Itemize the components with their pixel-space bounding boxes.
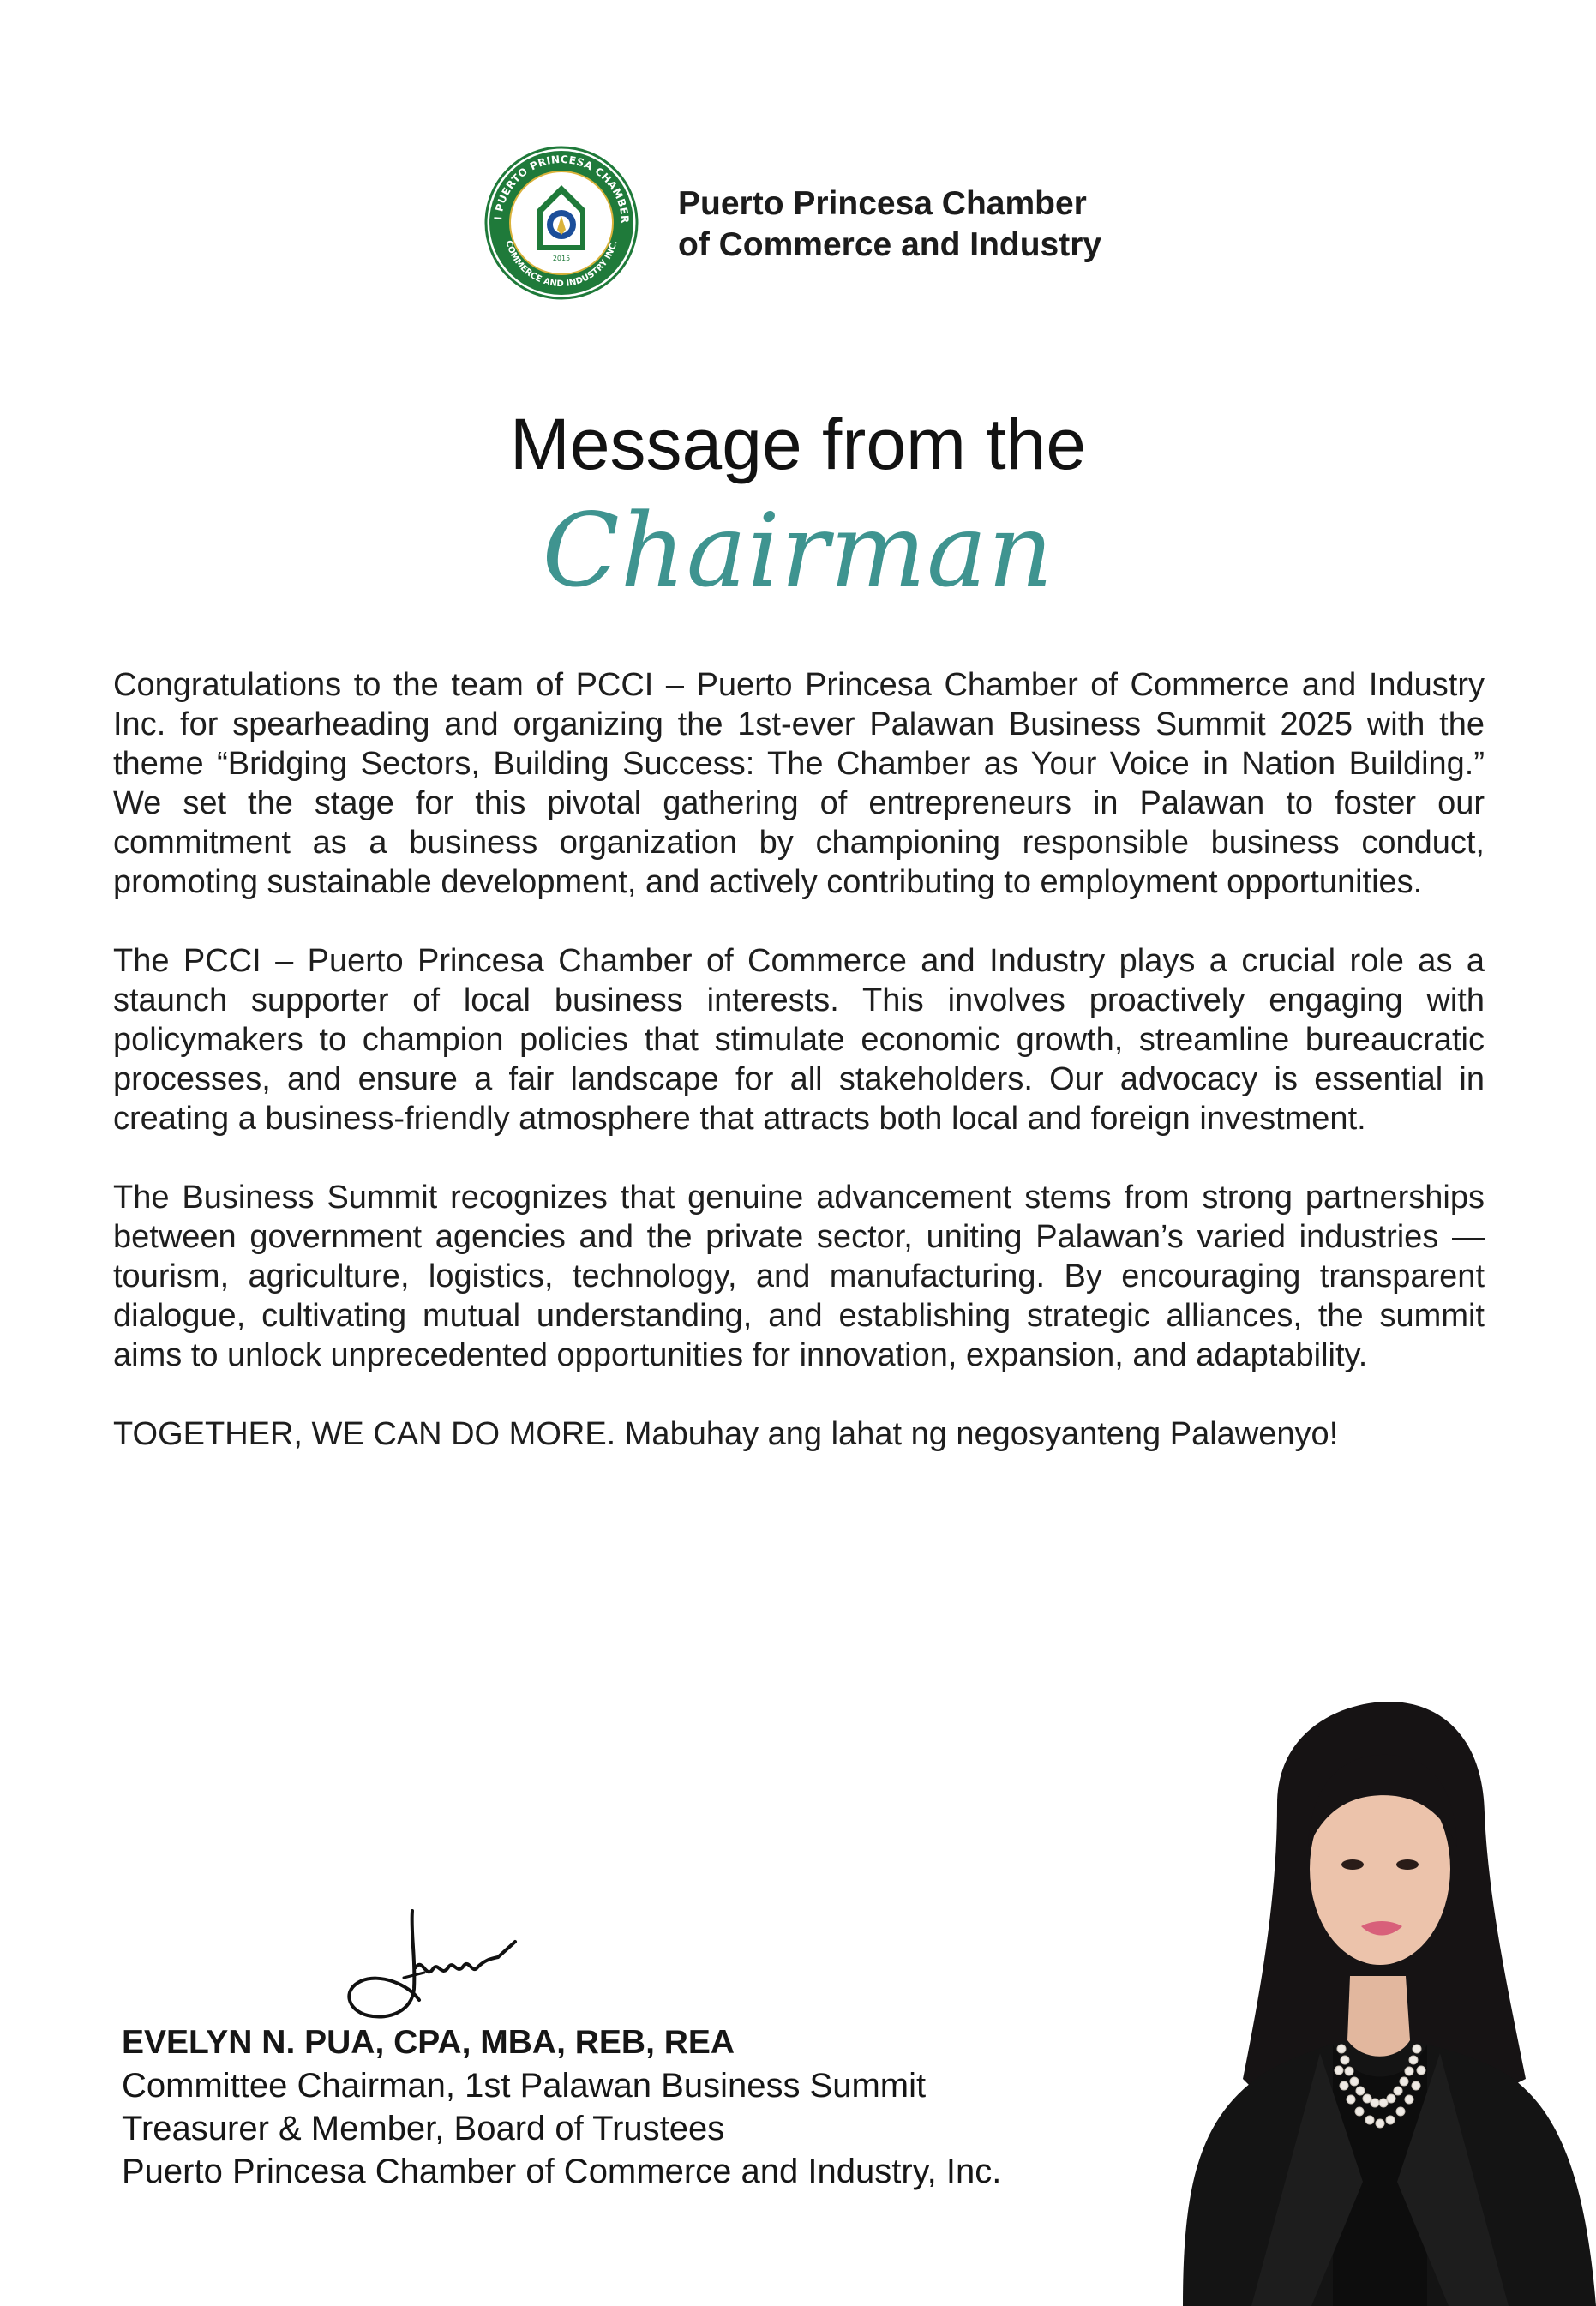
organization-name-line1: Puerto Princesa Chamber — [678, 185, 1087, 222]
handwritten-signature-icon — [347, 1909, 517, 2019]
organization-name-line2: of Commerce and Industry — [678, 226, 1102, 263]
pcci-seal-logo-icon: PCCI PUERTO PRINCESA CHAMBER OF COMMERCE… — [484, 146, 639, 300]
portrait-photo-icon — [1183, 1702, 1596, 2306]
paragraph-1: Congratulations to the team of PCCI – Pu… — [113, 667, 1485, 900]
signatory-role-2: Treasurer & Member, Board of Trustees — [122, 2110, 725, 2147]
paragraph-3: The Business Summit recognizes that genu… — [113, 1180, 1485, 1373]
paragraph-4: TOGETHER, WE CAN DO MORE. Mabuhay ang la… — [113, 1416, 1339, 1452]
signatory-role-3: Puerto Princesa Chamber of Commerce and … — [122, 2153, 1002, 2190]
page-title-script: Chairman — [542, 491, 1054, 610]
message-body: Congratulations to the team of PCCI – Pu… — [113, 665, 1485, 1493]
signatory-role-1: Committee Chairman, 1st Palawan Business… — [122, 2067, 927, 2105]
paragraph-2: The PCCI – Puerto Princesa Chamber of Co… — [113, 943, 1485, 1137]
page-title: Message from the — [509, 404, 1087, 484]
svg-text:2015: 2015 — [553, 255, 570, 262]
signatory-block: EVELYN N. PUA, CPA, MBA, REB, REA Commit… — [122, 2021, 1193, 2193]
signatory-name: EVELYN N. PUA, CPA, MBA, REB, REA — [122, 2024, 735, 2061]
organization-name: Puerto Princesa Chamber of Commerce and … — [678, 183, 1158, 266]
header: PCCI PUERTO PRINCESA CHAMBER OF COMMERCE… — [484, 146, 1136, 300]
